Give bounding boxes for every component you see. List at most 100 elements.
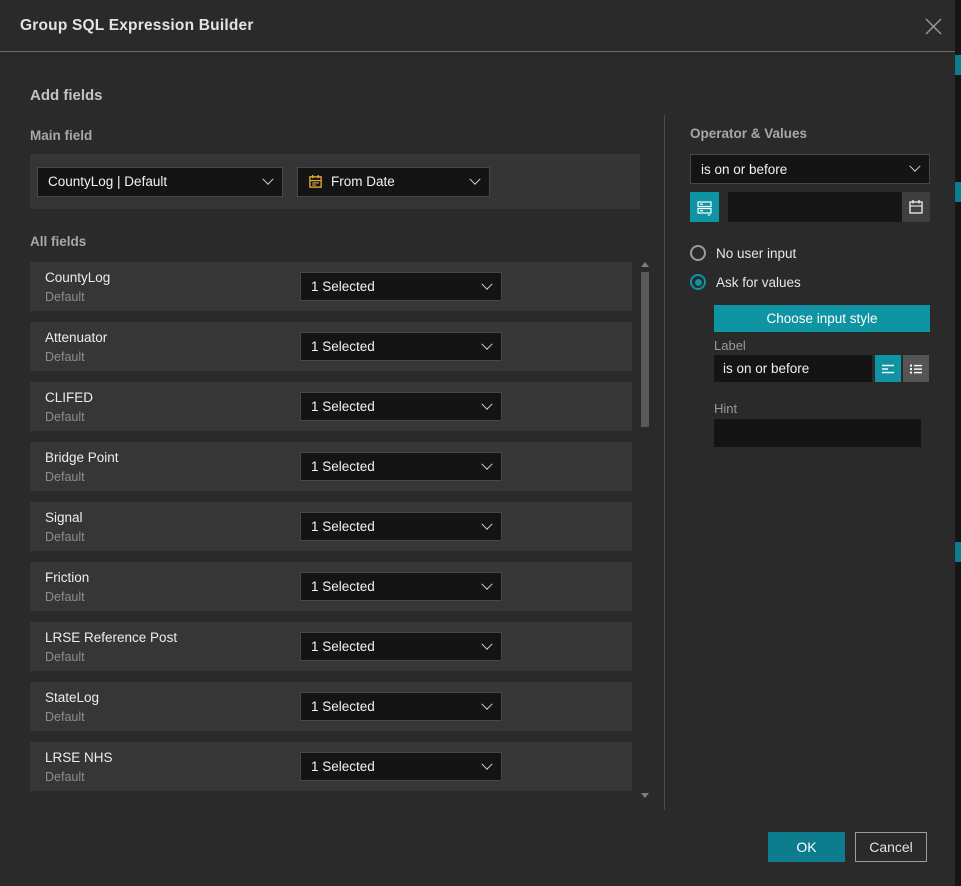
field-name: Signal bbox=[45, 510, 83, 525]
field-subtitle: Default bbox=[45, 290, 85, 304]
label-row bbox=[714, 355, 930, 382]
field-name: LRSE NHS bbox=[45, 750, 113, 765]
chevron-down-icon bbox=[469, 173, 480, 184]
main-field-label: Main field bbox=[30, 128, 92, 143]
date-picker-button[interactable] bbox=[902, 192, 930, 222]
close-icon bbox=[924, 17, 943, 36]
field-selected-count: 1 Selected bbox=[311, 459, 375, 474]
field-values-select[interactable]: 1 Selected bbox=[300, 692, 502, 721]
field-selected-count: 1 Selected bbox=[311, 279, 375, 294]
cancel-button[interactable]: Cancel bbox=[855, 832, 927, 862]
field-name: StateLog bbox=[45, 690, 99, 705]
field-values-select[interactable]: 1 Selected bbox=[300, 752, 502, 781]
field-row: Friction Default 1 Selected bbox=[30, 562, 632, 611]
main-field-select[interactable]: From Date bbox=[297, 167, 490, 197]
choose-input-style-button[interactable]: Choose input style bbox=[714, 305, 930, 332]
scroll-down-icon[interactable] bbox=[641, 793, 649, 798]
field-row: LRSE Reference Post Default 1 Selected bbox=[30, 622, 632, 671]
field-values-select[interactable]: 1 Selected bbox=[300, 512, 502, 541]
operator-select[interactable]: is on or before bbox=[690, 154, 930, 184]
chevron-down-icon bbox=[481, 398, 492, 409]
background-app-edge bbox=[955, 0, 961, 886]
chevron-down-icon bbox=[481, 698, 492, 709]
field-subtitle: Default bbox=[45, 590, 85, 604]
list-style-button[interactable] bbox=[903, 355, 929, 382]
field-subtitle: Default bbox=[45, 410, 85, 424]
field-subtitle: Default bbox=[45, 770, 85, 784]
layer-select[interactable]: CountyLog | Default bbox=[37, 167, 283, 197]
field-selected-count: 1 Selected bbox=[311, 399, 375, 414]
field-selected-count: 1 Selected bbox=[311, 639, 375, 654]
scrollbar-thumb[interactable] bbox=[641, 272, 649, 427]
group-sql-expression-builder-dialog: Group SQL Expression Builder Add fields … bbox=[0, 0, 955, 886]
field-row: LRSE NHS Default 1 Selected bbox=[30, 742, 632, 791]
radio-checked-icon bbox=[690, 274, 706, 290]
calendar-icon bbox=[308, 174, 323, 189]
add-fields-heading: Add fields bbox=[30, 87, 103, 104]
calendar-icon bbox=[908, 199, 924, 215]
field-name: CLIFED bbox=[45, 390, 93, 405]
label-input[interactable] bbox=[714, 355, 872, 382]
field-subtitle: Default bbox=[45, 530, 85, 544]
chevron-down-icon bbox=[481, 278, 492, 289]
field-values-select[interactable]: 1 Selected bbox=[300, 272, 502, 301]
field-values-select[interactable]: 1 Selected bbox=[300, 572, 502, 601]
chevron-down-icon bbox=[481, 758, 492, 769]
edge-accent-segment bbox=[955, 542, 961, 562]
chevron-down-icon bbox=[481, 518, 492, 529]
unique-values-button[interactable] bbox=[690, 192, 719, 222]
radio-ask-for-values-label: Ask for values bbox=[716, 275, 801, 290]
date-value-input[interactable] bbox=[728, 192, 902, 222]
ok-button[interactable]: OK bbox=[768, 832, 845, 862]
field-subtitle: Default bbox=[45, 350, 85, 364]
field-row: StateLog Default 1 Selected bbox=[30, 682, 632, 731]
layer-select-value: CountyLog | Default bbox=[48, 174, 167, 189]
field-name: Bridge Point bbox=[45, 450, 119, 465]
list-scrollbar[interactable] bbox=[641, 262, 649, 798]
operator-select-value: is on or before bbox=[701, 162, 787, 177]
field-selected-count: 1 Selected bbox=[311, 339, 375, 354]
single-line-input-icon bbox=[880, 361, 896, 377]
chevron-down-icon bbox=[262, 173, 273, 184]
field-row: Signal Default 1 Selected bbox=[30, 502, 632, 551]
list-input-icon bbox=[908, 361, 924, 377]
field-selected-count: 1 Selected bbox=[311, 519, 375, 534]
dialog-titlebar: Group SQL Expression Builder bbox=[0, 0, 955, 52]
field-selected-count: 1 Selected bbox=[311, 699, 375, 714]
all-fields-list: CountyLog Default 1 Selected Attenuator … bbox=[30, 262, 632, 802]
radio-ask-for-values[interactable]: Ask for values bbox=[690, 274, 801, 290]
field-row: Bridge Point Default 1 Selected bbox=[30, 442, 632, 491]
field-values-select[interactable]: 1 Selected bbox=[300, 632, 502, 661]
field-name: Friction bbox=[45, 570, 89, 585]
field-selected-count: 1 Selected bbox=[311, 579, 375, 594]
field-row: CountyLog Default 1 Selected bbox=[30, 262, 632, 311]
edge-accent-segment bbox=[955, 182, 961, 202]
radio-no-user-input-label: No user input bbox=[716, 246, 796, 261]
close-button[interactable] bbox=[921, 14, 945, 38]
all-fields-label: All fields bbox=[30, 234, 86, 249]
chevron-down-icon bbox=[481, 458, 492, 469]
field-values-select[interactable]: 1 Selected bbox=[300, 392, 502, 421]
radio-no-user-input[interactable]: No user input bbox=[690, 245, 796, 261]
field-subtitle: Default bbox=[45, 710, 85, 724]
unique-values-icon bbox=[696, 199, 713, 216]
field-name: CountyLog bbox=[45, 270, 110, 285]
field-values-select[interactable]: 1 Selected bbox=[300, 332, 502, 361]
label-caption: Label bbox=[714, 338, 746, 353]
hint-input[interactable] bbox=[714, 419, 921, 447]
field-subtitle: Default bbox=[45, 470, 85, 484]
field-values-select[interactable]: 1 Selected bbox=[300, 452, 502, 481]
field-subtitle: Default bbox=[45, 650, 85, 664]
single-line-style-button[interactable] bbox=[875, 355, 901, 382]
scroll-up-icon[interactable] bbox=[641, 262, 649, 267]
chevron-down-icon bbox=[909, 161, 920, 172]
field-selected-count: 1 Selected bbox=[311, 759, 375, 774]
radio-unchecked-icon bbox=[690, 245, 706, 261]
field-name: LRSE Reference Post bbox=[45, 630, 177, 645]
hint-caption: Hint bbox=[714, 401, 737, 416]
field-row: CLIFED Default 1 Selected bbox=[30, 382, 632, 431]
chevron-down-icon bbox=[481, 638, 492, 649]
field-row: Attenuator Default 1 Selected bbox=[30, 322, 632, 371]
operator-values-heading: Operator & Values bbox=[690, 126, 807, 141]
chevron-down-icon bbox=[481, 578, 492, 589]
